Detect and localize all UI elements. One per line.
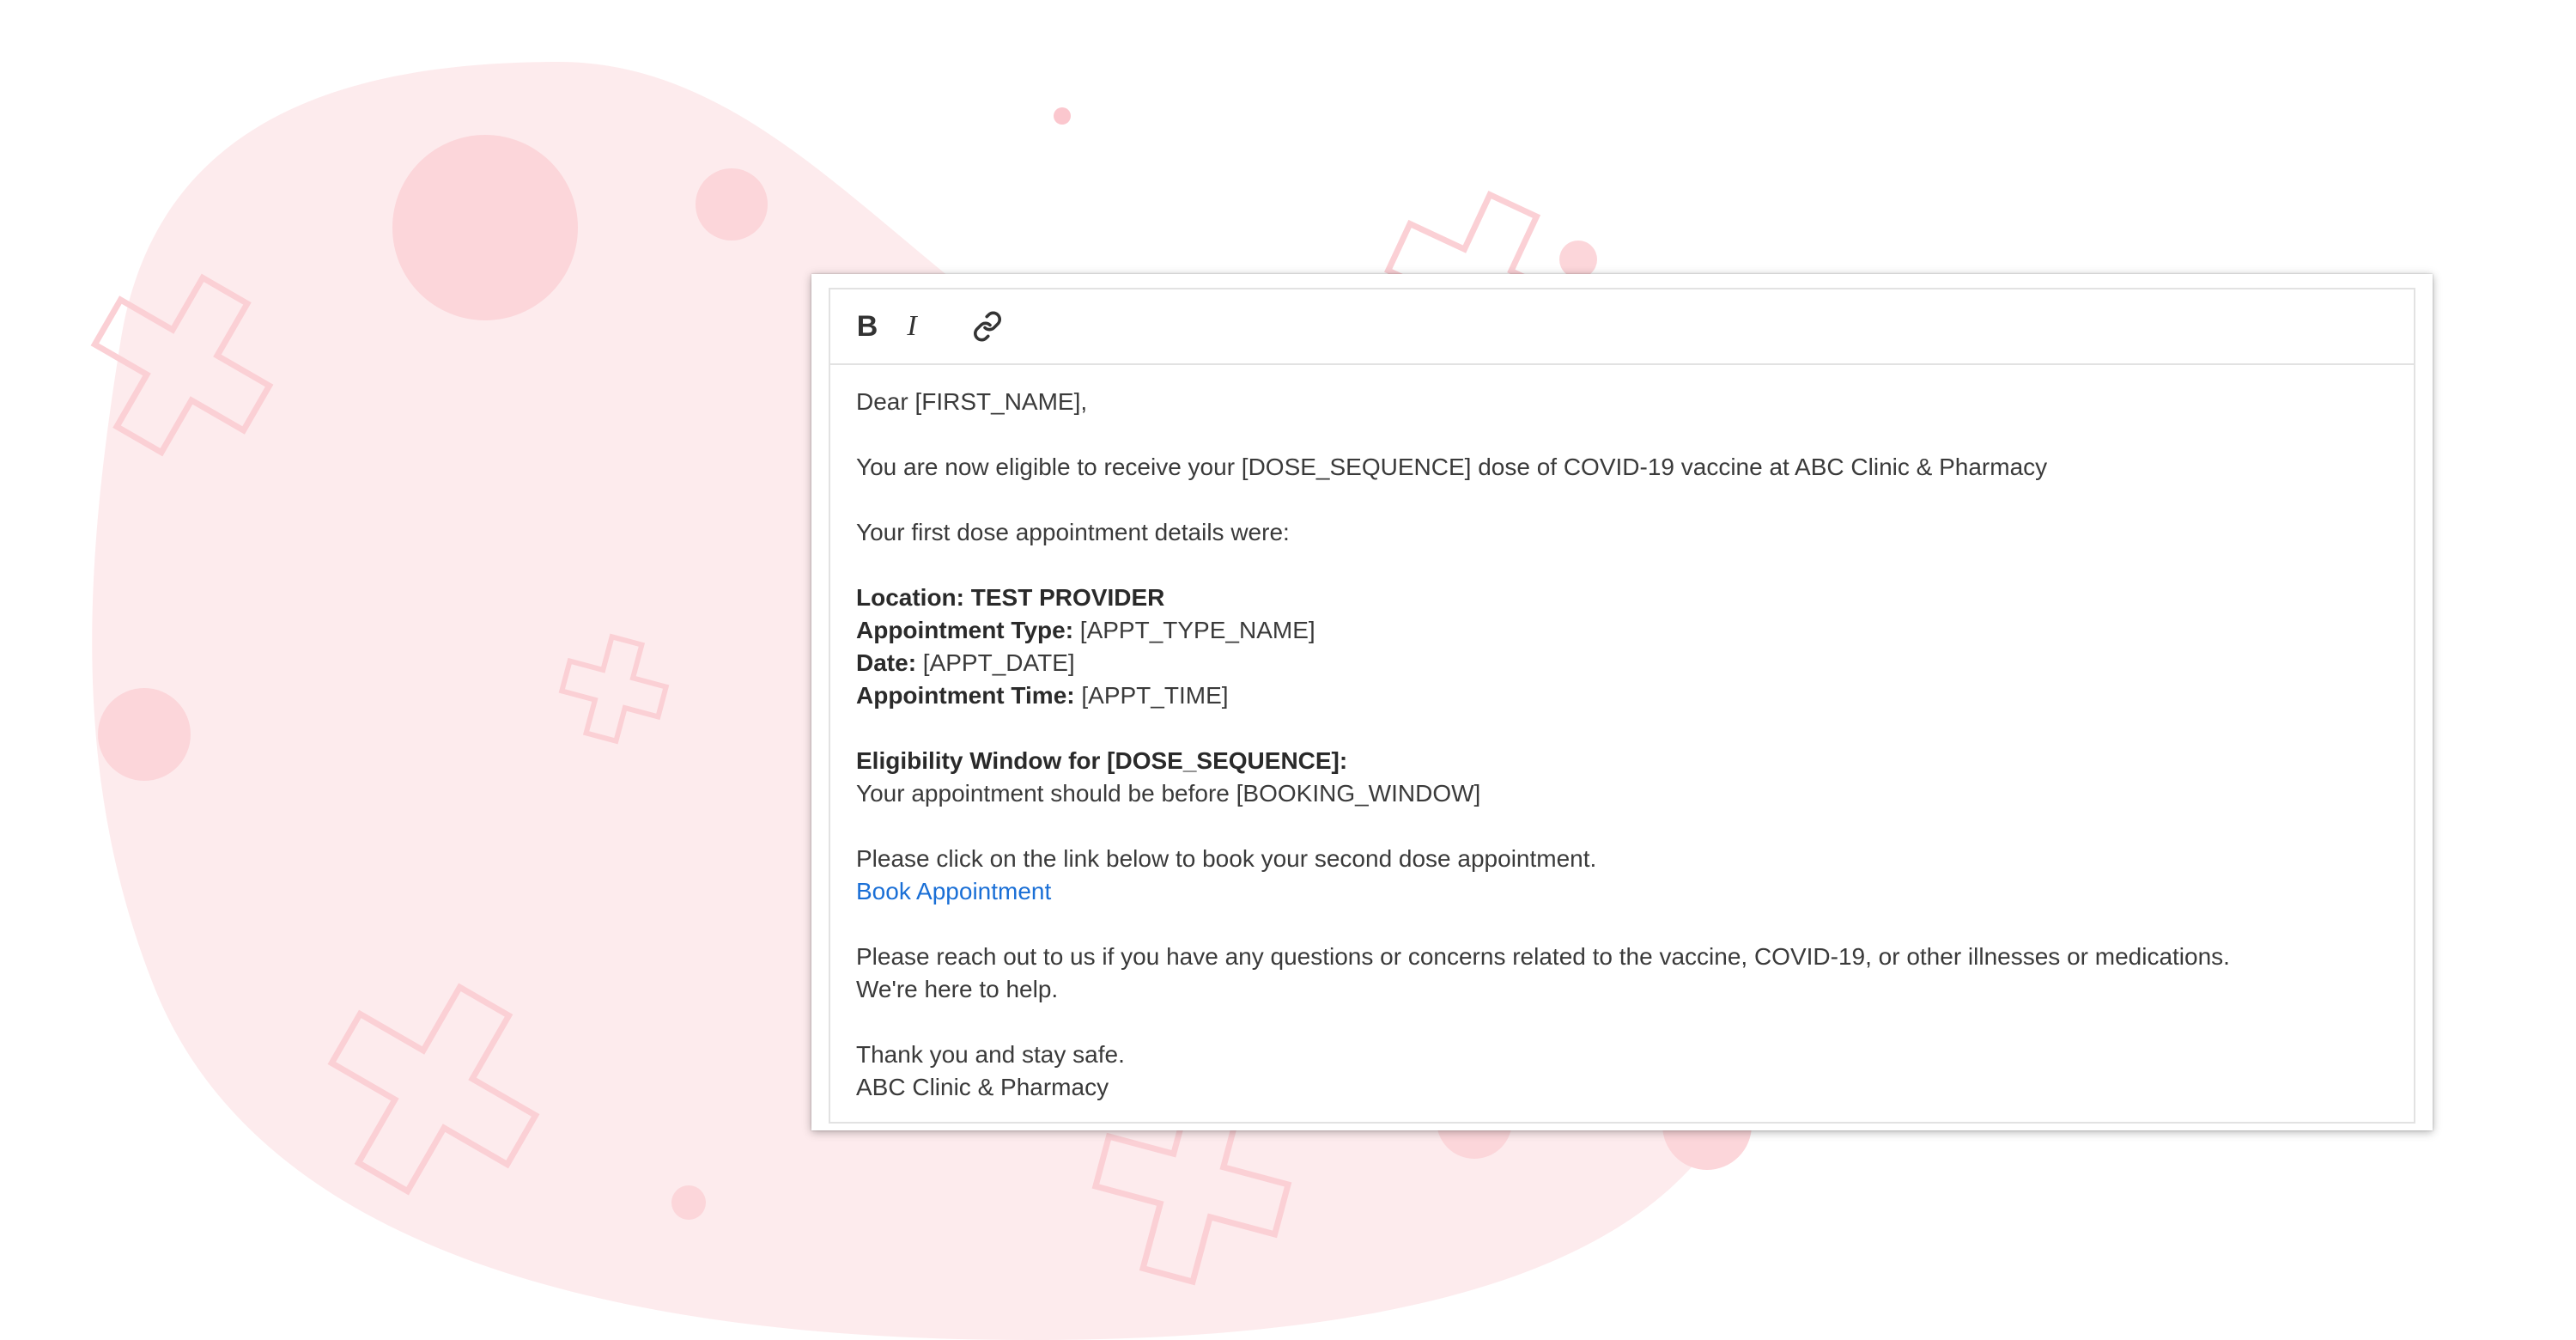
decor-circle — [671, 1185, 706, 1220]
decor-circle — [392, 135, 578, 320]
appointment-type-row: Appointment Type: [APPT_TYPE_NAME] — [856, 614, 2388, 647]
formatting-toolbar: B I — [830, 289, 2414, 365]
closing-text: Thank you and stay safe. — [856, 1041, 1125, 1068]
greeting: Dear [FIRST_NAME], — [856, 388, 1088, 415]
date-value: [APPT_DATE] — [922, 649, 1075, 676]
appointment-time-row: Appointment Time: [APPT_TIME] — [856, 679, 2388, 712]
link-icon — [974, 311, 1001, 342]
decor-circle — [98, 688, 191, 781]
decor-circle — [1054, 107, 1071, 125]
italic-icon: I — [907, 310, 917, 342]
details-intro: Your first dose appointment details were… — [856, 519, 1290, 545]
bold-button[interactable]: B — [846, 305, 889, 348]
italic-button[interactable]: I — [890, 305, 933, 348]
book-instructions: Please click on the link below to book y… — [856, 845, 1597, 872]
decor-circle — [1559, 241, 1597, 278]
here-to-help-text: We're here to help. — [856, 976, 1059, 1002]
location-row: Location: TEST PROVIDER — [856, 582, 2388, 614]
appointment-type-label: Appointment Type: — [856, 617, 1074, 643]
appointment-time-value: [APPT_TIME] — [1081, 682, 1229, 709]
location-label: Location: — [856, 584, 964, 611]
eligibility-window-text: Your appointment should be before [BOOKI… — [856, 780, 1481, 807]
reach-out-text: Please reach out to us if you have any q… — [856, 943, 2230, 970]
editor-body[interactable]: Dear [FIRST_NAME], You are now eligible … — [830, 365, 2414, 1104]
bold-icon: B — [856, 309, 878, 343]
book-appointment-link[interactable]: Book Appointment — [856, 878, 1051, 904]
date-row: Date: [APPT_DATE] — [856, 647, 2388, 679]
insert-link-button[interactable] — [966, 305, 1009, 348]
signature: ABC Clinic & Pharmacy — [856, 1074, 1109, 1100]
email-editor: B I Dear [FIRST_NAME], You are now eligi… — [811, 274, 2433, 1130]
eligibility-window-heading: Eligibility Window for [DOSE_SEQUENCE]: — [856, 747, 1348, 774]
appointment-type-value: [APPT_TYPE_NAME] — [1079, 617, 1315, 643]
appointment-time-label: Appointment Time: — [856, 682, 1075, 709]
date-label: Date: — [856, 649, 917, 676]
editor-frame: B I Dear [FIRST_NAME], You are now eligi… — [829, 288, 2415, 1124]
decor-circle — [696, 168, 768, 241]
location-value: TEST PROVIDER — [970, 584, 1165, 611]
eligibility-line: You are now eligible to receive your [DO… — [856, 454, 2048, 480]
